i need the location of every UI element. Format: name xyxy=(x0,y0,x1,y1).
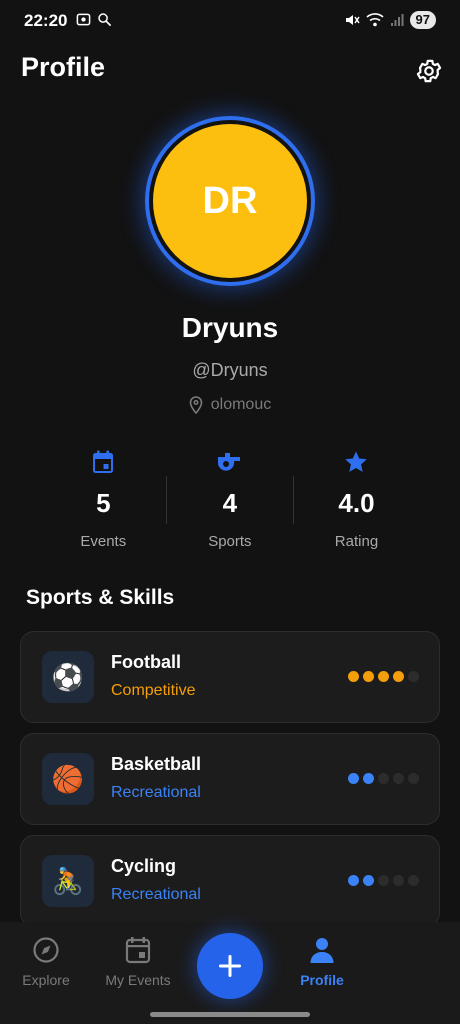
sport-card-football[interactable]: ⚽ Football Competitive xyxy=(20,631,440,723)
calendar-icon xyxy=(93,450,114,473)
stat-value: 4 xyxy=(222,488,238,518)
skill-dot-filled xyxy=(363,671,374,682)
skill-dot-filled xyxy=(393,671,404,682)
skill-dot-filled xyxy=(363,875,374,886)
avatar-initials: DR xyxy=(202,179,258,222)
sport-card-cycling[interactable]: 🚴 Cycling Recreational xyxy=(20,835,440,927)
signal-icon xyxy=(390,14,404,26)
skill-rating xyxy=(348,773,419,784)
nav-item-my-events[interactable]: My Events xyxy=(93,936,183,988)
skill-dot-filled xyxy=(378,671,389,682)
skill-dot-empty xyxy=(378,773,389,784)
person-icon xyxy=(310,938,334,963)
skill-rating xyxy=(348,875,419,886)
stat-label: Events xyxy=(80,533,127,550)
divider xyxy=(166,476,167,524)
skill-dot-empty xyxy=(408,773,419,784)
sport-name: Football xyxy=(111,652,181,672)
search-icon xyxy=(98,13,112,27)
sport-name: Basketball xyxy=(111,754,202,774)
stat-value: 5 xyxy=(96,488,111,518)
sport-level: Recreational xyxy=(111,784,201,801)
nav-item-explore[interactable]: Explore xyxy=(1,936,91,988)
sport-card-basketball[interactable]: 🏀 Basketball Recreational xyxy=(20,733,440,825)
sport-name: Cycling xyxy=(111,856,177,876)
section-title: Sports & Skills xyxy=(26,586,175,609)
nav-label: My Events xyxy=(105,972,171,988)
mute-icon xyxy=(345,15,360,25)
page-title: Profile xyxy=(21,52,106,82)
stat-label: Rating xyxy=(334,533,379,550)
skill-dot-filled xyxy=(348,875,359,886)
stat-value: 4.0 xyxy=(338,488,375,518)
divider xyxy=(293,476,294,524)
calendar-icon xyxy=(125,937,151,964)
skill-dot-empty xyxy=(408,671,419,682)
battery-indicator: 97 xyxy=(409,11,436,29)
nav-label: Explore xyxy=(22,972,70,988)
nav-item-profile[interactable]: Profile xyxy=(277,936,367,988)
skill-dot-filled xyxy=(348,773,359,784)
cycling-icon: 🚴 xyxy=(42,855,94,907)
profile-name: Dryuns xyxy=(181,312,279,343)
football-icon: ⚽ xyxy=(42,651,94,703)
profile-handle: @Dryuns xyxy=(192,360,268,380)
skill-rating xyxy=(348,671,419,682)
stat-sports[interactable]: 4 Sports xyxy=(167,448,294,558)
whistle-icon xyxy=(217,453,240,471)
create-event-button[interactable] xyxy=(197,933,263,999)
star-icon xyxy=(345,451,368,472)
screen-record-icon xyxy=(76,13,91,26)
skill-dot-empty xyxy=(378,875,389,886)
sport-level: Competitive xyxy=(111,682,196,699)
location-pin-icon xyxy=(189,396,203,414)
status-time: 22:20 xyxy=(24,11,68,30)
nav-label: Profile xyxy=(300,972,344,988)
skill-dot-empty xyxy=(393,875,404,886)
skill-dot-filled xyxy=(348,671,359,682)
stat-rating[interactable]: 4.0 Rating xyxy=(293,448,420,558)
compass-icon xyxy=(33,937,59,963)
stat-events[interactable]: 5 Events xyxy=(40,448,167,558)
profile-location: olomouc xyxy=(0,396,460,414)
skill-dot-empty xyxy=(408,875,419,886)
gear-icon xyxy=(416,59,442,83)
stat-label: Sports xyxy=(208,533,252,550)
avatar[interactable]: DR xyxy=(153,124,307,278)
plus-icon xyxy=(219,955,241,977)
skill-dot-empty xyxy=(393,773,404,784)
basketball-icon: 🏀 xyxy=(42,753,94,805)
home-indicator[interactable] xyxy=(150,1012,310,1017)
skill-dot-filled xyxy=(363,773,374,784)
wifi-icon xyxy=(365,13,384,27)
settings-button[interactable] xyxy=(414,56,444,86)
stats-row: 5 Events 4 Sports 4.0 Rating xyxy=(40,448,420,558)
sport-level: Recreational xyxy=(111,886,201,903)
status-bar: 22:20 97 xyxy=(0,0,460,42)
location-text: olomouc xyxy=(210,396,272,413)
